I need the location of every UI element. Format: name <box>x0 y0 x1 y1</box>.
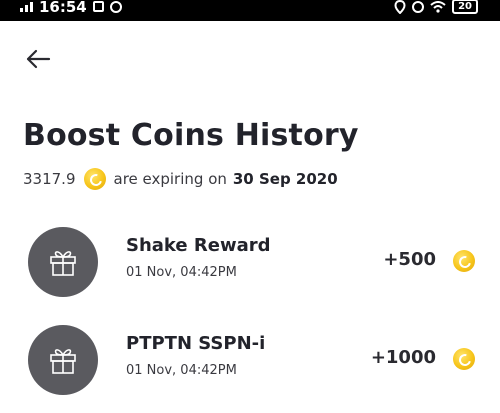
location-icon <box>394 0 406 14</box>
gift-avatar <box>28 325 98 395</box>
wifi-icon <box>430 0 446 13</box>
boost-coin-icon <box>453 250 475 272</box>
arrow-left-icon <box>26 49 51 69</box>
history-item-time: 01 Nov, 04:42PM <box>126 265 237 280</box>
coins-history-list: Shake Reward 01 Nov, 04:42PM +500 PTPTN … <box>0 225 500 413</box>
signal-icon <box>20 1 33 12</box>
history-item-amount: +500 <box>383 249 436 270</box>
whatsapp-icon <box>109 0 122 13</box>
expiry-text: are expiring on <box>113 170 227 188</box>
page-title: Boost Coins History <box>23 118 359 153</box>
history-item-title: PTPTN SSPN-i <box>126 333 266 354</box>
status-right: 20 <box>394 0 478 14</box>
status-left: 16:54 <box>20 0 122 16</box>
history-item-time: 01 Nov, 04:42PM <box>126 363 237 378</box>
back-button[interactable] <box>22 44 54 74</box>
expiring-amount: 3317.9 <box>23 170 76 188</box>
expiry-summary: 3317.9 are expiring on 30 Sep 2020 <box>23 168 338 190</box>
gift-icon <box>50 349 76 374</box>
history-item[interactable]: Shake Reward 01 Nov, 04:42PM +500 <box>0 225 500 323</box>
gift-avatar <box>28 227 98 297</box>
boost-coin-icon <box>453 348 475 370</box>
boost-coin-icon <box>83 168 106 190</box>
status-time: 16:54 <box>39 0 87 16</box>
expiry-date: 30 Sep 2020 <box>232 170 338 188</box>
alarm-icon <box>412 0 425 13</box>
history-item-title: Shake Reward <box>126 235 271 256</box>
history-item[interactable]: PTPTN SSPN-i 01 Nov, 04:42PM +1000 <box>0 323 500 413</box>
gift-icon <box>50 251 76 276</box>
notification-icon <box>92 1 104 12</box>
history-item-amount: +1000 <box>370 347 436 368</box>
status-bar: 16:54 20 <box>0 0 500 21</box>
battery-icon: 20 <box>452 0 478 14</box>
